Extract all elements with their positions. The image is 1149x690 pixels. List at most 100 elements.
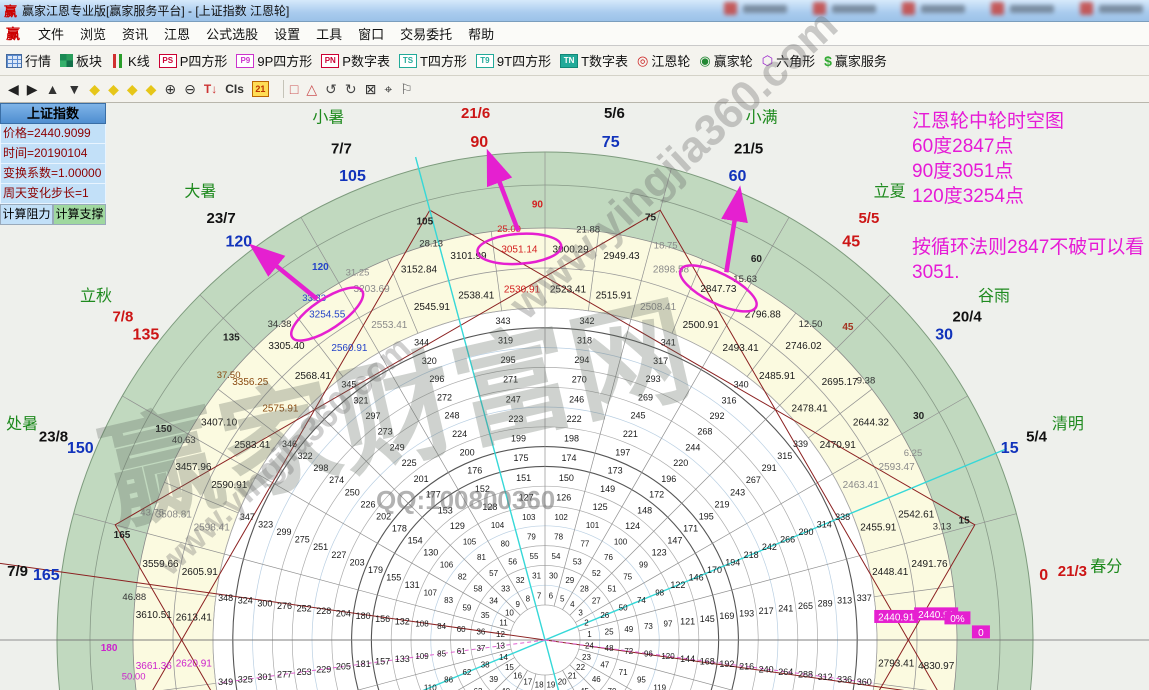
menu-item-文件[interactable]: 文件 (30, 25, 72, 44)
spiral-number: 155 (386, 573, 401, 583)
diamond-up-icon[interactable]: ◆ (127, 81, 138, 98)
diamond-right-icon[interactable]: ◆ (108, 81, 119, 98)
menu-item-公式选股[interactable]: 公式选股 (198, 25, 266, 44)
toolbar-button-赢家服务[interactable]: $赢家服务 (824, 51, 887, 70)
spiral-number: 250 (345, 487, 360, 497)
inner-price-value: 2500.91 (683, 320, 720, 331)
spiral-number: 293 (646, 374, 661, 384)
menu-item-资讯[interactable]: 资讯 (114, 25, 156, 44)
spiral-number: 342 (579, 316, 594, 326)
spiral-number: 223 (508, 414, 523, 424)
spiral-number: 8 (526, 594, 531, 603)
inner-price-value: 2523.41 (550, 284, 587, 295)
solar-date-label: 23/7 (206, 210, 235, 227)
annotation-line: 60度2847点 (912, 134, 1144, 159)
rotate-ccw-icon[interactable]: ↺ (325, 81, 337, 98)
menu-item-设置[interactable]: 设置 (266, 25, 308, 44)
calc-resistance-button[interactable]: 计算阻力 (0, 204, 53, 225)
spiral-number: 338 (835, 512, 850, 522)
inner-price-value: 2553.41 (371, 320, 408, 331)
spiral-number: 196 (661, 474, 676, 484)
menu-item-江恩[interactable]: 江恩 (156, 25, 198, 44)
toolbar-button-9P四方形[interactable]: P99P四方形 (236, 51, 312, 70)
degree-value: 45 (842, 322, 854, 333)
spiral-number: 253 (297, 667, 312, 677)
inner-price-value: 2538.41 (458, 290, 495, 301)
spiral-number: 179 (368, 565, 383, 575)
spiral-number: 218 (744, 550, 759, 560)
solar-term-label: 春分 (1090, 558, 1122, 576)
toolbar-button-六角形[interactable]: ⬡六角形 (762, 51, 815, 70)
triangle-tool-icon[interactable]: △ (306, 81, 317, 98)
spiral-number: 291 (762, 463, 777, 473)
spiral-number: 290 (798, 527, 813, 537)
menu-item-工具[interactable]: 工具 (308, 25, 350, 44)
diamond-down-icon[interactable]: ◆ (146, 81, 157, 98)
collapse-icon[interactable]: ⌖ (384, 81, 392, 98)
spiral-number: 24 (585, 642, 594, 651)
spiral-number: 222 (567, 414, 582, 424)
percent-value: 9.38 (857, 375, 876, 386)
spiral-number: 151 (516, 473, 531, 483)
spiral-number: 299 (276, 527, 291, 537)
outer-price-value: 3254.55 (309, 310, 346, 321)
expand-icon[interactable]: ⊠ (365, 81, 377, 98)
spiral-number: 132 (395, 616, 410, 626)
toolbar-button-赢家轮[interactable]: ◉赢家轮 (699, 51, 752, 70)
inner-price-value: 2793.41 (878, 659, 915, 670)
menu-item-窗口[interactable]: 窗口 (350, 25, 392, 44)
spiral-number: 180 (356, 611, 371, 621)
prev-icon[interactable]: ◀ (8, 81, 19, 98)
spiral-number: 29 (565, 576, 574, 585)
spiral-number: 102 (555, 513, 569, 522)
quotes-grid-icon (6, 54, 22, 68)
toolbar-button-江恩轮[interactable]: ◎江恩轮 (637, 51, 690, 70)
menu-item-帮助[interactable]: 帮助 (460, 25, 502, 44)
flag-up-icon[interactable]: ▲ (46, 81, 60, 97)
spiral-number: 22 (576, 663, 585, 672)
outer-price-value: 2746.02 (785, 341, 822, 352)
spiral-number: 86 (444, 676, 453, 685)
spiral-number: 150 (559, 473, 574, 483)
outside-degree-label: 105 (339, 168, 366, 185)
rect-tool-icon[interactable]: □ (290, 81, 298, 97)
menu-item-交易委托[interactable]: 交易委托 (392, 25, 460, 44)
spiral-number: 348 (218, 593, 233, 603)
flag-down-icon[interactable]: ▼ (67, 81, 81, 97)
spiral-number: 152 (475, 484, 490, 494)
cls-button[interactable]: CIs (225, 82, 244, 96)
inner-price-value: 2613.41 (176, 613, 213, 624)
toolbar-button-T数字表[interactable]: TNT数字表 (560, 51, 628, 70)
spiral-number: 251 (313, 542, 328, 552)
calc-support-button[interactable]: 计算支撑 (53, 204, 106, 225)
toolbar-button-P四方形[interactable]: PSP四方形 (159, 51, 228, 70)
outer-price-value: 3457.96 (175, 462, 212, 473)
solar-date-label: 7/7 (331, 141, 352, 158)
outside-degree-label: 150 (67, 440, 94, 457)
toolbar-button-T四方形[interactable]: TST四方形 (399, 51, 467, 70)
diamond-left-icon[interactable]: ◆ (89, 81, 100, 98)
percent-value: 31.25 (346, 267, 370, 278)
zoom-in-icon[interactable]: ⊕ (164, 81, 176, 98)
toolbar-button-行情[interactable]: 行情 (6, 51, 51, 70)
menu-item-浏览[interactable]: 浏览 (72, 25, 114, 44)
percent-value: 6.25 (904, 448, 923, 459)
spiral-number: 199 (511, 434, 526, 444)
current-value: 0% (950, 614, 965, 625)
spiral-number: 100 (614, 537, 628, 546)
outside-degree-label: 15 (1001, 440, 1019, 457)
outer-price-value: 2491.76 (911, 559, 948, 570)
toolbar-button-K线[interactable]: K线 (111, 51, 150, 70)
pin-icon[interactable]: ⚐ (400, 81, 413, 98)
t-arrows-icon[interactable]: T↓ (204, 82, 217, 96)
outer-price-value: 2695.17 (822, 377, 859, 388)
rotate-cw-icon[interactable]: ↻ (345, 81, 357, 98)
spiral-number: 72 (624, 647, 633, 656)
calendar-icon[interactable]: 21 (252, 81, 269, 97)
toolbar-button-9T四方形[interactable]: T99T四方形 (476, 51, 551, 70)
toolbar-button-P数字表[interactable]: PNP数字表 (321, 51, 390, 70)
title-bar[interactable]: 赢 赢家江恩专业版[赢家服务平台] - [上证指数 江恩轮] (0, 0, 1149, 22)
toolbar-button-板块[interactable]: 板块 (60, 51, 102, 70)
next-icon[interactable]: ▶ (27, 81, 38, 98)
zoom-out-icon[interactable]: ⊖ (184, 81, 196, 98)
